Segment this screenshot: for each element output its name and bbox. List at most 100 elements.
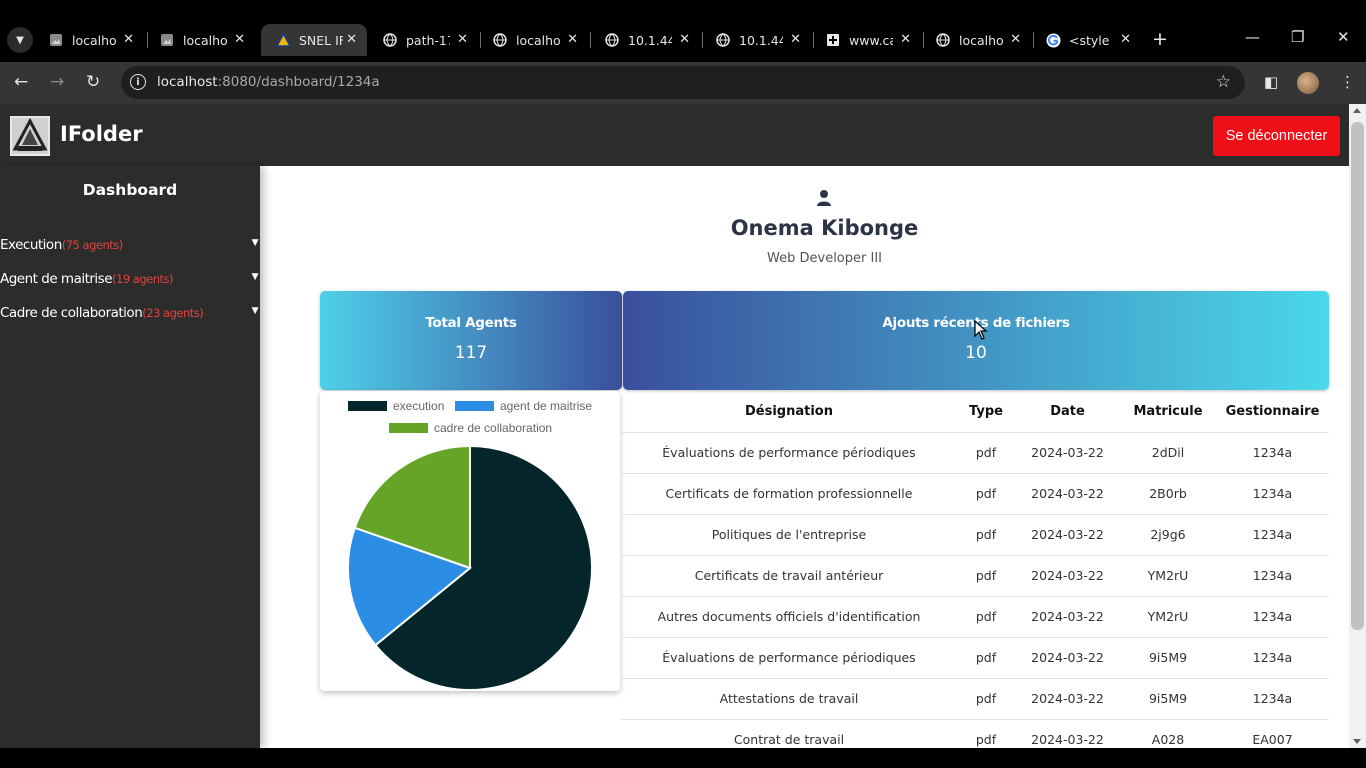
table-row[interactable]: Politiques de l'entreprise pdf 2024-03-22 2… bbox=[621, 514, 1329, 556]
recent-files-card: Ajouts récents de fichiers 10 bbox=[623, 291, 1329, 390]
snel-logo bbox=[10, 116, 50, 156]
cell-gestionnaire: 1234a bbox=[1216, 473, 1329, 515]
cell-date: 2024-03-22 bbox=[1015, 432, 1120, 474]
app-header: IFolder Se déconnecter bbox=[0, 104, 1349, 166]
legend-swatch-1[interactable] bbox=[455, 401, 494, 411]
close-icon[interactable]: ✕ bbox=[790, 32, 801, 47]
globe-icon bbox=[935, 32, 951, 48]
more-menu-icon[interactable]: ⋮ bbox=[1340, 73, 1355, 91]
main-content: Onema Kibonge Web Developer III Total Ag… bbox=[260, 166, 1349, 748]
globe-icon bbox=[604, 32, 620, 48]
address-bar[interactable]: i localhost:8080/dashboard/1234a ☆ bbox=[121, 66, 1245, 99]
window-close-icon[interactable]: ✕ bbox=[1337, 28, 1350, 46]
table-row[interactable]: Certificats de formation professionnelle… bbox=[621, 473, 1329, 515]
side-panel-icon[interactable]: ◧ bbox=[1264, 73, 1278, 91]
browser-tab-7[interactable]: 10.1.44. ✕ bbox=[701, 24, 811, 56]
browser-tab-2[interactable]: localho ✕ bbox=[145, 24, 255, 56]
caret-down-icon[interactable]: ▼ bbox=[252, 272, 259, 282]
browser-toolbar: ← → ↻ i localhost:8080/dashboard/1234a ☆… bbox=[0, 62, 1366, 104]
back-arrow-icon[interactable]: ← bbox=[14, 72, 28, 92]
cell-matricule: YM2rU bbox=[1120, 596, 1216, 638]
site-info-icon[interactable]: i bbox=[130, 74, 146, 90]
cell-matricule: 2dDil bbox=[1120, 432, 1216, 474]
cell-gestionnaire: 1234a bbox=[1216, 596, 1329, 638]
close-icon[interactable]: ✕ bbox=[123, 32, 134, 47]
reload-icon[interactable]: ↻ bbox=[86, 72, 100, 92]
table-row[interactable]: Certificats de travail antérieur pdf 2024-… bbox=[621, 555, 1329, 597]
card-value: 117 bbox=[454, 343, 488, 363]
logout-button[interactable]: Se déconnecter bbox=[1213, 116, 1340, 156]
browser-tab-strip: ▼ localho ✕ localho ✕ SNEL IF ✕ path-17 … bbox=[0, 0, 1366, 62]
cell-gestionnaire: 1234a bbox=[1216, 678, 1329, 720]
scrollbar-thumb[interactable] bbox=[1351, 122, 1364, 630]
cell-designation: Politiques de l'entreprise bbox=[621, 514, 957, 556]
recent-files-table: Désignation Type Date Matricule Gestionn… bbox=[621, 391, 1329, 748]
cell-matricule: 9i5M9 bbox=[1120, 637, 1216, 679]
legend-swatch-0[interactable] bbox=[348, 401, 387, 411]
card-title: Total Agents bbox=[425, 315, 517, 331]
table-row[interactable]: Évaluations de performance périodiques pd… bbox=[621, 637, 1329, 679]
caret-down-icon[interactable]: ▼ bbox=[252, 306, 259, 316]
browser-tab-9[interactable]: localho ✕ bbox=[921, 24, 1031, 56]
table-row[interactable]: Attestations de travail pdf 2024-03-22 9i5M… bbox=[621, 678, 1329, 720]
legend-swatch-2[interactable] bbox=[389, 423, 428, 433]
browser-tab-1[interactable]: localho ✕ bbox=[34, 24, 144, 56]
close-icon[interactable]: ✕ bbox=[567, 32, 578, 47]
browser-tab-8[interactable]: www.ca ✕ bbox=[811, 24, 921, 56]
column-header-designation[interactable]: Désignation bbox=[621, 391, 957, 433]
cell-type: pdf bbox=[957, 432, 1015, 474]
browser-tab-4[interactable]: path-17 ✕ bbox=[368, 24, 478, 56]
bookmark-star-icon[interactable]: ☆ bbox=[1216, 72, 1231, 92]
cell-matricule: YM2rU bbox=[1120, 555, 1216, 597]
close-icon[interactable]: ✕ bbox=[679, 32, 690, 47]
tab-search-chevron-icon[interactable]: ▼ bbox=[7, 27, 33, 53]
cell-type: pdf bbox=[957, 678, 1015, 720]
close-icon[interactable]: ✕ bbox=[1120, 32, 1131, 47]
browser-tab-10[interactable]: <style : ✕ bbox=[1031, 24, 1141, 56]
new-tab-plus-icon[interactable]: + bbox=[1152, 28, 1168, 50]
restore-icon[interactable]: ❐ bbox=[1291, 28, 1304, 46]
table-row[interactable]: Évaluations de performance périodiques pd… bbox=[621, 432, 1329, 474]
scroll-up-arrow-icon[interactable] bbox=[1353, 108, 1361, 113]
profile-avatar[interactable] bbox=[1297, 72, 1319, 94]
sidebar: Dashboard Execution(75 agents) ▼ Agent d… bbox=[0, 166, 260, 748]
close-icon[interactable]: ✕ bbox=[900, 32, 911, 47]
user-icon bbox=[816, 189, 832, 207]
column-header-gestionnaire[interactable]: Gestionnaire bbox=[1216, 391, 1329, 433]
legend-label-1[interactable]: agent de maitrise bbox=[500, 399, 592, 413]
close-icon[interactable]: ✕ bbox=[346, 32, 357, 47]
browser-tab-6[interactable]: 10.1.44. ✕ bbox=[590, 24, 700, 56]
column-header-date[interactable]: Date bbox=[1015, 391, 1120, 433]
cell-type: pdf bbox=[957, 473, 1015, 515]
page-icon bbox=[159, 32, 175, 48]
column-header-type[interactable]: Type bbox=[957, 391, 1015, 433]
browser-tab-5[interactable]: localho ✕ bbox=[478, 24, 588, 56]
cell-date: 2024-03-22 bbox=[1015, 473, 1120, 515]
minimize-icon[interactable]: — bbox=[1245, 28, 1260, 46]
sidebar-item-agent-de-maitrise[interactable]: Agent de maitrise(19 agents) ▼ bbox=[0, 271, 260, 293]
sidebar-item-cadre-de-collaboration[interactable]: Cadre de collaboration(23 agents) ▼ bbox=[0, 305, 260, 327]
sidebar-title: Dashboard bbox=[82, 181, 178, 199]
table-row[interactable]: Autres documents officiels d'identificat… bbox=[621, 596, 1329, 638]
user-role: Web Developer III bbox=[767, 251, 882, 266]
table-row[interactable]: Contrat de travail pdf 2024-03-22 A028 EA007 bbox=[621, 719, 1329, 748]
forward-arrow-icon[interactable]: → bbox=[50, 72, 64, 92]
browser-tab-active[interactable]: SNEL IF ✕ bbox=[261, 24, 367, 56]
close-icon[interactable]: ✕ bbox=[457, 32, 468, 47]
address-url[interactable]: localhost:8080/dashboard/1234a bbox=[157, 74, 380, 90]
page-scrollbar[interactable] bbox=[1349, 104, 1366, 748]
sidebar-item-label: Cadre de collaboration bbox=[0, 305, 143, 321]
cell-matricule: 2B0rb bbox=[1120, 473, 1216, 515]
cell-date: 2024-03-22 bbox=[1015, 637, 1120, 679]
column-header-matricule[interactable]: Matricule bbox=[1120, 391, 1216, 433]
sidebar-item-execution[interactable]: Execution(75 agents) ▼ bbox=[0, 237, 260, 259]
sidebar-item-count: (23 agents) bbox=[142, 306, 204, 320]
legend-label-0[interactable]: execution bbox=[393, 399, 444, 413]
cell-designation: Évaluations de performance périodiques bbox=[621, 637, 957, 679]
cell-matricule: A028 bbox=[1120, 719, 1216, 748]
close-icon[interactable]: ✕ bbox=[234, 32, 245, 47]
caret-down-icon[interactable]: ▼ bbox=[252, 238, 259, 248]
scroll-down-arrow-icon[interactable] bbox=[1353, 739, 1361, 744]
close-icon[interactable]: ✕ bbox=[1010, 32, 1021, 47]
legend-label-2[interactable]: cadre de collaboration bbox=[434, 421, 552, 435]
